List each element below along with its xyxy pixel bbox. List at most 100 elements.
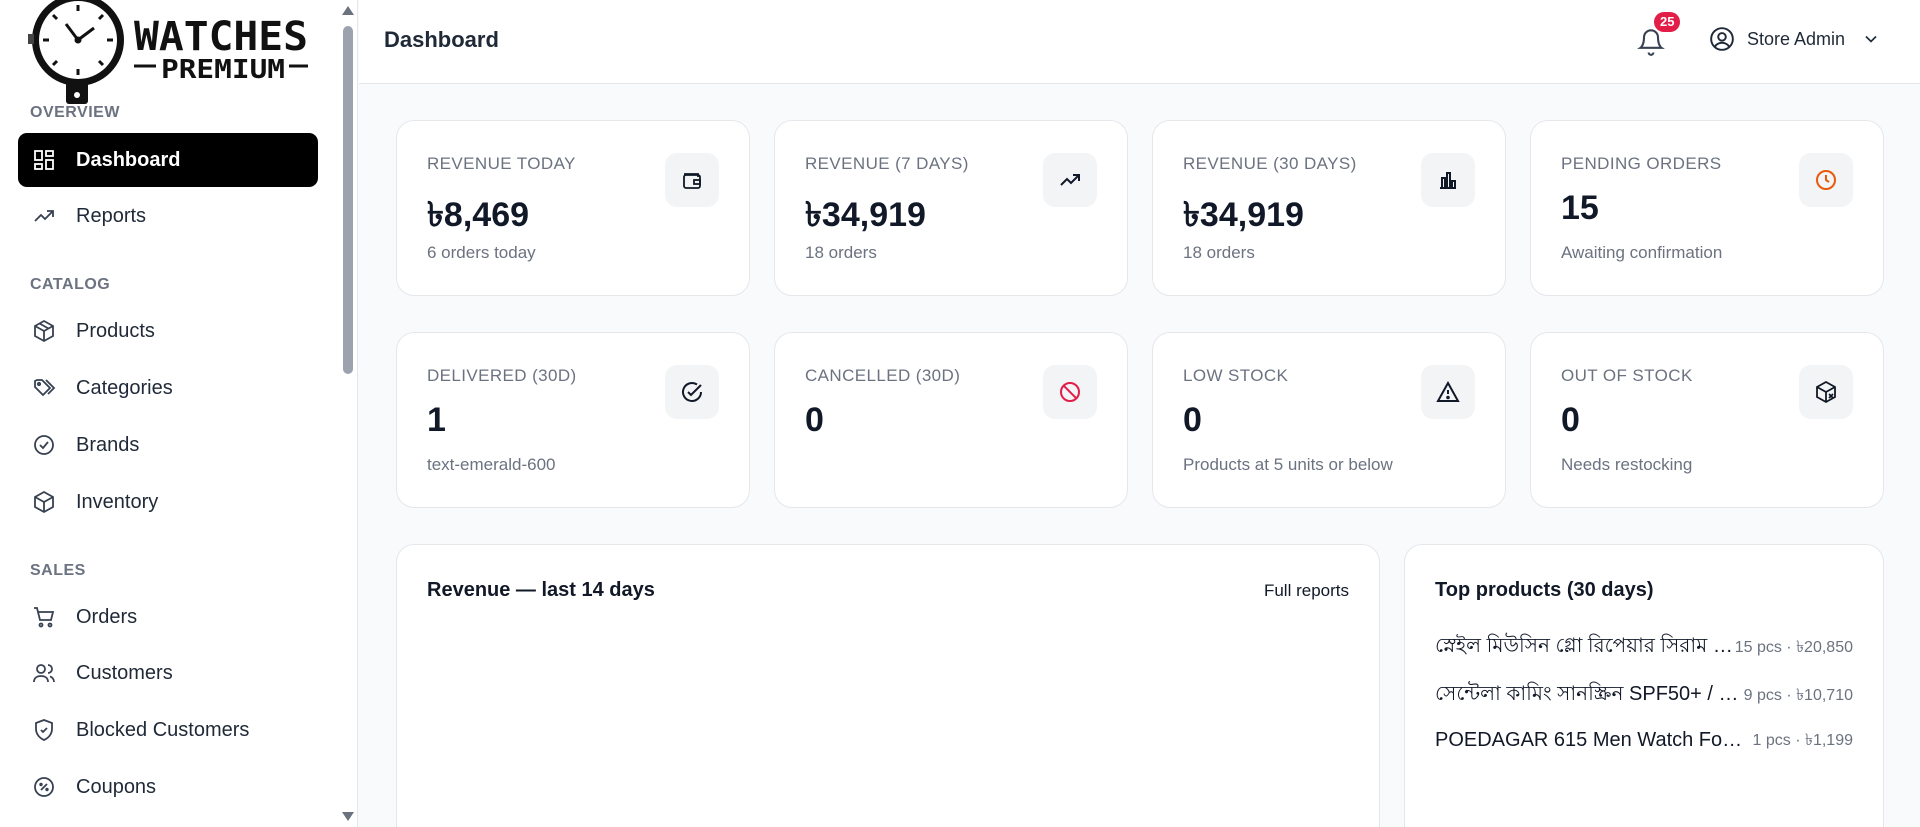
stat-label: CANCELLED (30D) (805, 366, 961, 385)
stat-sub: 18 orders (805, 243, 877, 262)
sidebar-item-label: Customers (76, 661, 173, 684)
stat-icon-box (665, 365, 719, 419)
product-meta: 1 pcs · ৳1,199 (1752, 732, 1853, 749)
page-title: Dashboard (384, 27, 499, 52)
stat-sub: Products at 5 units or below (1183, 455, 1393, 474)
sidebar-item-label: Inventory (76, 490, 159, 513)
brand-line2: PREMIUM (161, 55, 285, 85)
revenue-panel-title: Revenue — last 14 days (427, 579, 655, 601)
stat-card-revenue-today: REVENUE TODAY ৳8,469 6 orders today (396, 120, 750, 296)
scroll-up-icon[interactable] (342, 6, 354, 15)
trending-up-icon (1060, 174, 1080, 186)
top-products-title: Top products (30 days) (1435, 579, 1654, 601)
sidebar-item-label: Reports (76, 204, 147, 227)
sidebar-item-brands[interactable]: Brands (18, 418, 318, 472)
stat-value: 0 (1183, 401, 1202, 439)
wallet-icon (683, 173, 701, 189)
stat-value: ৳8,469 (427, 196, 530, 234)
product-name: সেন্টেলা কামিং সানস্ক্রিন SPF50+ / PA+++… (1435, 683, 1744, 705)
sidebar-item-label: Blocked Customers (76, 718, 250, 741)
product-meta: 9 pcs · ৳10,710 (1743, 687, 1853, 704)
sidebar-item-label: Categories (76, 376, 173, 399)
list-item[interactable]: স্নেইল মিউসিন গ্লো রিপেয়ার সিরাম (Snail… (1435, 631, 1853, 664)
shield-icon (35, 719, 53, 741)
user-menu[interactable]: Store Admin (1709, 26, 1881, 52)
stat-sub: Awaiting confirmation (1561, 243, 1723, 262)
sidebar-item-coupons[interactable]: Coupons (18, 760, 318, 814)
stat-sub: text-emerald-600 (427, 455, 556, 474)
sidebar-item-dashboard[interactable]: Dashboard (18, 133, 318, 187)
section-overview: OVERVIEW (30, 104, 120, 121)
top-products-panel: Top products (30 days) স্নেইল মিউসিন গ্ল… (1404, 544, 1884, 827)
clock-icon (1816, 170, 1836, 190)
stat-label: REVENUE (7 DAYS) (805, 154, 969, 173)
stat-label: REVENUE TODAY (427, 154, 576, 173)
bell-icon[interactable] (1637, 28, 1665, 56)
stat-icon-box (1421, 365, 1475, 419)
sidebar-item-label: Dashboard (76, 148, 181, 171)
list-item[interactable]: POEDAGAR 615 Men Watch For Sale 1 pcs · … (1435, 727, 1853, 754)
sidebar-scrollbar[interactable] (338, 0, 358, 827)
warning-icon (1436, 380, 1460, 402)
list-item[interactable]: সেন্টেলা কামিং সানস্ক্রিন SPF50+ / PA+++… (1435, 679, 1853, 712)
check-circle-icon (682, 382, 702, 402)
stat-value: 0 (805, 401, 824, 439)
sidebar-item-label: Coupons (76, 775, 157, 798)
stat-sub: Needs restocking (1561, 455, 1693, 474)
sidebar: WATCHES PREMIUM OVERVIEW Dashboard Repor… (0, 0, 338, 827)
scrollbar-thumb[interactable] (343, 26, 353, 374)
sidebar-item-categories[interactable]: Categories (18, 361, 318, 415)
package-icon (34, 319, 54, 343)
user-circle-icon (1710, 27, 1734, 51)
stat-sub: 18 orders (1183, 243, 1255, 262)
stat-sub: 6 orders today (427, 243, 536, 262)
stat-icon-box (1799, 365, 1853, 419)
section-sales: SALES (30, 562, 86, 579)
stat-label: LOW STOCK (1183, 366, 1289, 385)
chevron-down-icon (1865, 35, 1877, 43)
brand-logo[interactable]: WATCHES PREMIUM (26, 0, 316, 104)
sidebar-item-label: Products (76, 319, 155, 342)
sidebar-item-blocked-customers[interactable]: Blocked Customers (18, 703, 318, 757)
stat-label: OUT OF STOCK (1561, 366, 1693, 385)
trending-up-icon (34, 210, 54, 222)
topbar: Dashboard 25 Store Admin (359, 0, 1920, 84)
product-name: POEDAGAR 615 Men Watch For Sale (1435, 729, 1745, 751)
sidebar-item-inventory[interactable]: Inventory (18, 475, 318, 529)
sidebar-item-products[interactable]: Products (18, 304, 318, 358)
cart-icon (34, 607, 55, 628)
stat-value: 1 (427, 401, 446, 439)
revenue-chart-panel: Revenue — last 14 days Full reports (396, 544, 1380, 827)
box-icon (34, 490, 54, 514)
badge-check-icon (34, 435, 54, 455)
sidebar-item-orders[interactable]: Orders (18, 590, 318, 644)
stat-icon-box (1043, 365, 1097, 419)
stat-label: REVENUE (30 DAYS) (1183, 154, 1357, 173)
users-icon (33, 664, 55, 683)
user-name: Store Admin (1747, 28, 1846, 49)
stat-label: PENDING ORDERS (1561, 154, 1722, 173)
stat-value: 0 (1561, 401, 1580, 439)
ban-icon (1060, 382, 1080, 402)
product-name: স্নেইল মিউসিন গ্লো রিপেয়ার সিরাম (Snail… (1435, 635, 1735, 657)
stat-card-revenue-30d: REVENUE (30 DAYS) ৳34,919 18 orders (1152, 120, 1506, 296)
product-meta: 15 pcs · ৳20,850 (1734, 639, 1853, 656)
sidebar-item-reports[interactable]: Reports (18, 189, 318, 243)
sidebar-item-label: Brands (76, 433, 140, 456)
stat-label: DELIVERED (30D) (427, 366, 577, 385)
stat-card-revenue-7d: REVENUE (7 DAYS) ৳34,919 18 orders (774, 120, 1128, 296)
sidebar-item-customers[interactable]: Customers (18, 646, 318, 700)
notification-badge: 25 (1654, 12, 1681, 32)
full-reports-link[interactable]: Full reports (1264, 581, 1349, 601)
package-x-icon (1816, 380, 1836, 404)
stat-icon-box (1799, 153, 1853, 207)
watch-logo-icon: WATCHES PREMIUM (28, 0, 308, 104)
stat-card-low-stock: LOW STOCK 0 Products at 5 units or below (1152, 332, 1506, 508)
stat-value: ৳34,919 (805, 196, 926, 234)
stat-card-out-of-stock: OUT OF STOCK 0 Needs restocking (1530, 332, 1884, 508)
scroll-down-icon[interactable] (342, 812, 354, 821)
stat-value: 15 (1561, 189, 1599, 227)
bar-chart-icon (1440, 172, 1456, 189)
section-catalog: CATALOG (30, 276, 111, 293)
sidebar-item-label: Orders (76, 605, 138, 628)
